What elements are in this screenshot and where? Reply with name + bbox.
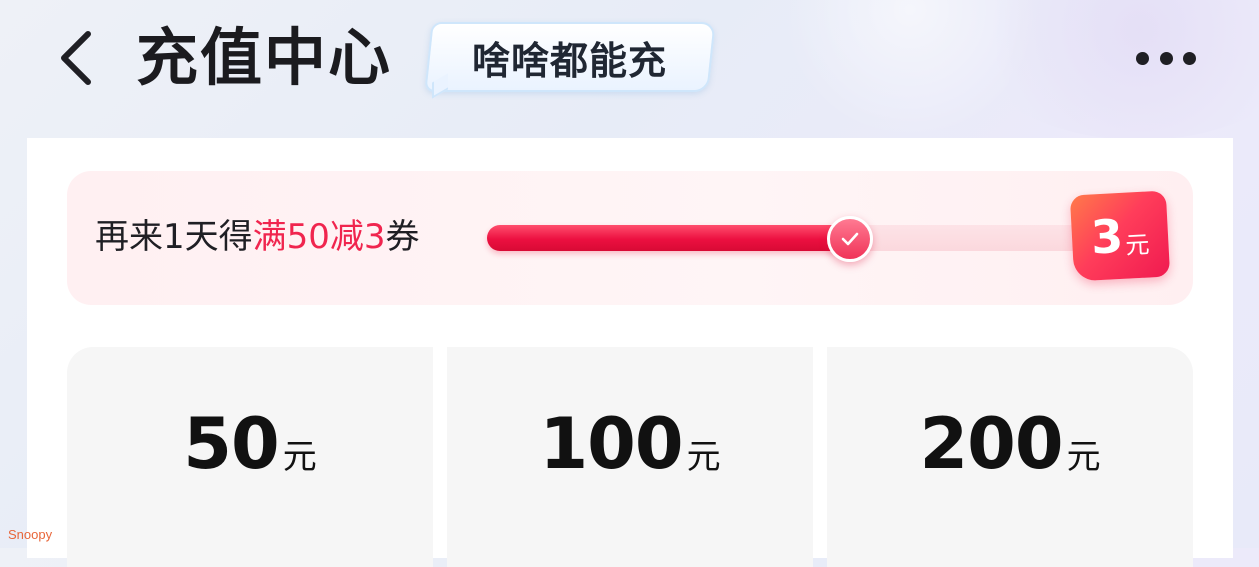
amount-card-100[interactable]: 100 元 [447,347,813,567]
progress-fill [487,225,847,251]
reward-value: 3 [1089,208,1125,265]
slogan-text: 啥啥都能充 [472,38,668,83]
amount-value: 200 [919,403,1063,485]
amount-value-group: 200 元 [919,403,1100,485]
more-options-button[interactable] [1128,40,1204,76]
more-dot-icon [1159,51,1173,65]
progress-description: 再来1天得满50减3券 [95,215,420,259]
progress-text-suffix: 券 [385,217,420,257]
reward-coupon-badge: 3元 [1069,190,1171,282]
more-dot-icon [1183,51,1196,65]
reward-unit: 元 [1124,229,1151,260]
progress-track [487,216,1107,262]
amount-options: 50 元 100 元 200 元 [67,347,1193,567]
check-icon [841,232,858,246]
progress-knob [826,216,873,262]
amount-unit: 元 [282,437,317,477]
amount-card-200[interactable]: 200 元 [827,347,1193,567]
amount-value: 50 [183,403,279,485]
more-dot-icon [1136,51,1149,65]
chevron-left-icon [61,31,91,85]
back-button[interactable] [50,26,102,90]
amount-value-group: 100 元 [539,403,720,485]
amount-unit: 元 [1066,437,1101,477]
progress-text-highlight: 满50减3 [252,217,386,257]
page-title: 充值中心 [136,21,393,94]
amount-unit: 元 [686,437,721,477]
recharge-panel: 再来1天得满50减3券 3元 50 元 100 元 200 元 [27,138,1233,567]
coupon-progress-banner[interactable]: 再来1天得满50减3券 3元 [67,171,1193,305]
amount-value: 100 [539,403,683,485]
amount-value-group: 50 元 [183,403,316,485]
progress-text-prefix: 再来1天得 [95,217,253,257]
slogan-badge: 啥啥都能充 [424,22,716,92]
watermark: Snoopy [8,527,53,542]
top-bar: 充值中心 啥啥都能充 [0,0,1259,130]
amount-card-50[interactable]: 50 元 [67,347,433,567]
